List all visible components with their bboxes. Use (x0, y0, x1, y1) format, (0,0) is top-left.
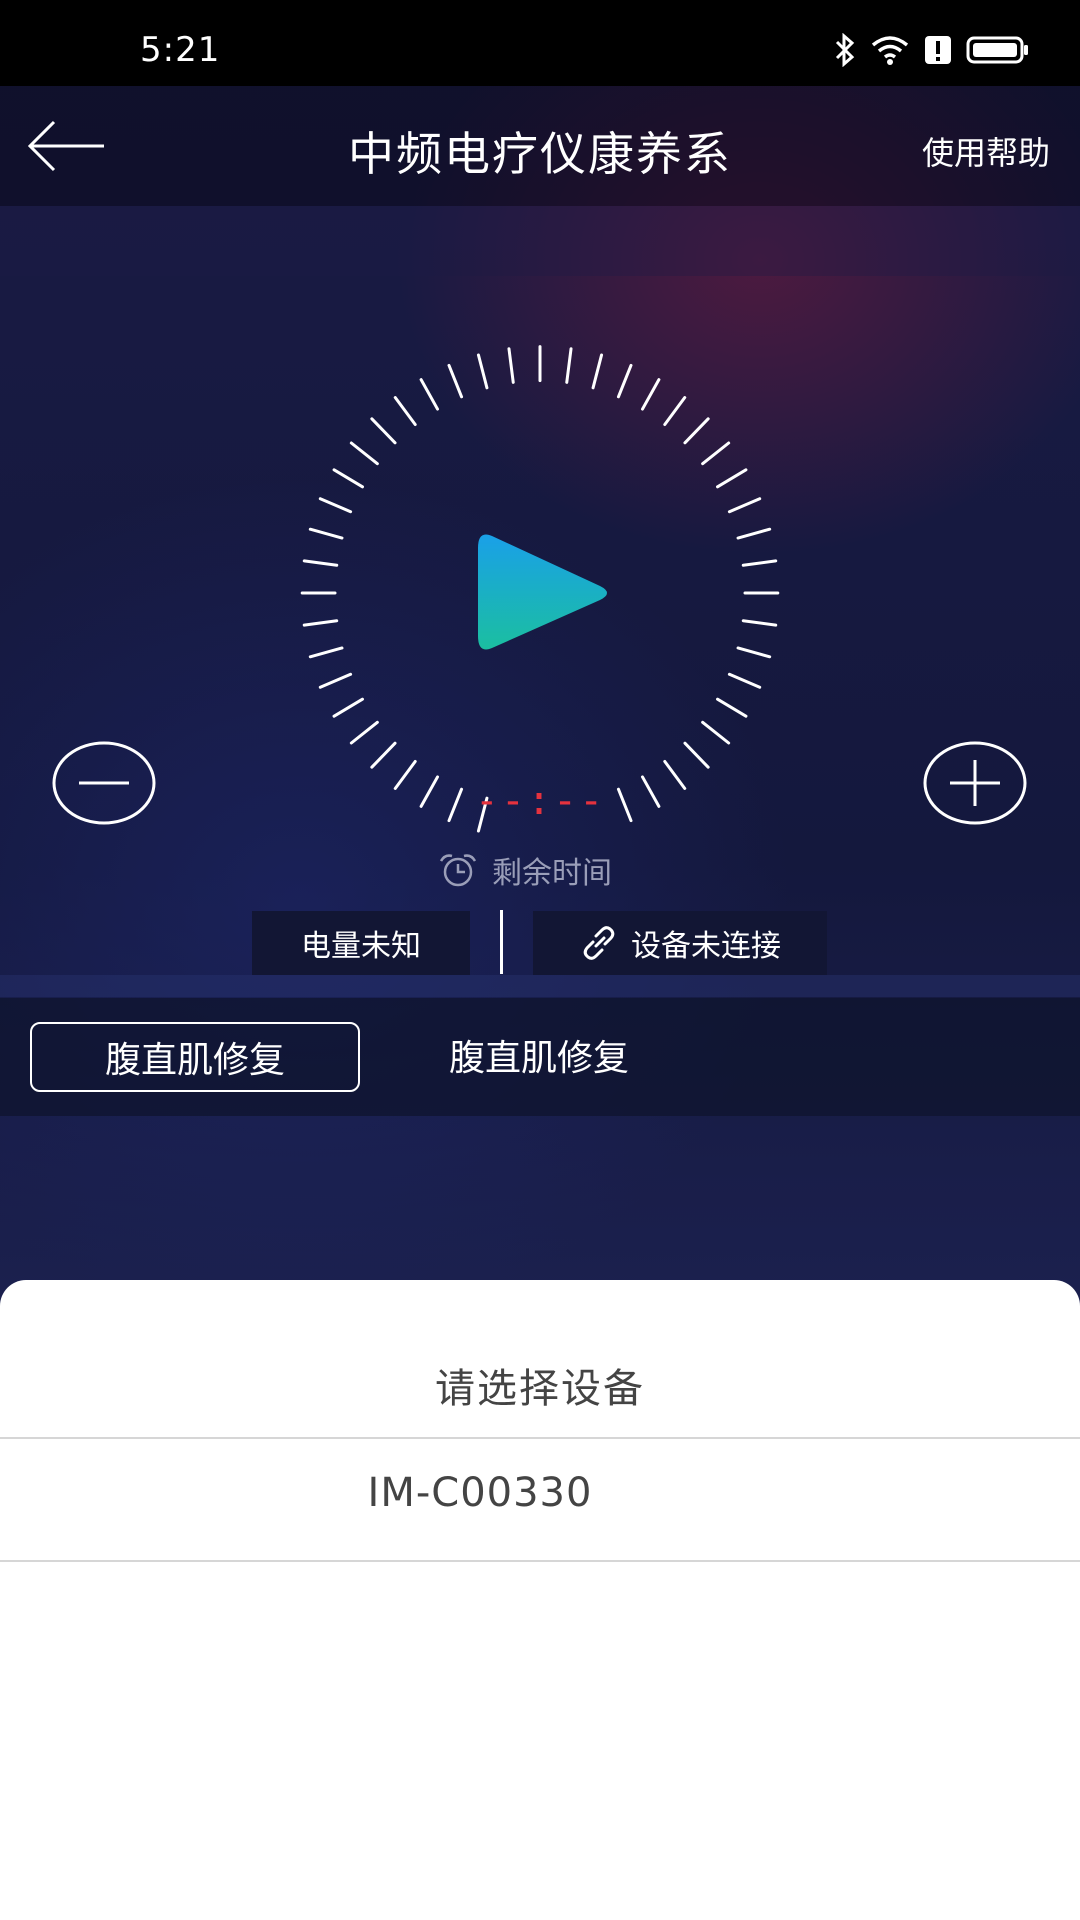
dial-tick (716, 697, 748, 718)
dial-tick (349, 720, 379, 745)
play-icon[interactable] (478, 534, 607, 650)
status-divider (500, 910, 503, 974)
link-icon (583, 926, 615, 960)
sheet-divider (0, 1560, 1080, 1562)
alarm-clock-icon (439, 854, 477, 887)
dial-tick (332, 697, 364, 718)
dial-tick (332, 468, 364, 489)
dial-tick (349, 441, 379, 466)
battery-icon (966, 36, 1028, 64)
mode-chip-selected[interactable]: 腹直肌修复 (30, 1022, 360, 1092)
status-icons (834, 30, 1030, 70)
help-button[interactable]: 使用帮助 (922, 128, 1050, 174)
device-select-sheet: 请选择设备 IM-C00330 (0, 1280, 1080, 1920)
status-time: 5:21 (140, 30, 221, 70)
dial-tick (308, 527, 344, 540)
dial-tick (701, 441, 731, 466)
device-list-item[interactable]: IM-C00330 (0, 1438, 1080, 1558)
dial-tick (318, 672, 353, 689)
wifi-icon (871, 36, 909, 65)
remaining-time-label: 剩余时间 (492, 856, 612, 891)
dial-tick (736, 527, 772, 540)
dial-tick (716, 468, 748, 489)
dial-tick (736, 646, 772, 659)
dial-tick (476, 353, 489, 390)
dial-tick (683, 741, 710, 769)
decor-band (0, 206, 1080, 276)
mode-selector: 腹直肌修复 腹直肌修复 (0, 998, 1080, 1116)
dial-tick (663, 396, 687, 426)
dial-tick (308, 646, 344, 659)
nav-bar: 中频电疗仪康养系 使用帮助 (0, 86, 1080, 206)
dial-tick (727, 672, 762, 689)
battery-status: 电量未知 (252, 911, 470, 975)
page-title: 中频电疗仪康养系 (348, 127, 732, 181)
dial-tick (447, 363, 464, 399)
connection-status: 设备未连接 (533, 911, 827, 975)
dial-tick (727, 497, 762, 514)
dial-tick (701, 720, 731, 745)
bluetooth-icon (835, 33, 855, 67)
dial-tick (683, 417, 710, 445)
dial-tick (741, 619, 778, 627)
device-name: IM-C00330 (367, 1470, 593, 1516)
dial-tick (370, 417, 397, 445)
dial-tick (591, 353, 604, 390)
sheet-title: 请选择设备 (435, 1366, 645, 1412)
status-bar: 5:21 (0, 0, 1080, 86)
connection-status-text: 设备未连接 (631, 929, 781, 964)
dial-tick (419, 378, 439, 411)
dial-tick (616, 363, 633, 399)
remaining-time: 剩余时间 (438, 848, 612, 892)
dial-tick (318, 497, 353, 514)
alert-icon (925, 36, 951, 64)
dial-tick (741, 559, 778, 567)
battery-status-text: 电量未知 (301, 929, 421, 964)
dial-tick (302, 559, 339, 567)
mode-chip-label: 腹直肌修复 (104, 1040, 285, 1081)
dial-tick (370, 741, 397, 769)
dial-tick (565, 347, 573, 384)
decor-band (0, 975, 1080, 997)
mode-chip[interactable]: 腹直肌修复 (376, 1022, 702, 1088)
dial-tick (507, 347, 515, 384)
dial-tick (393, 396, 417, 426)
dial-tick (302, 619, 339, 627)
mode-chip-label: 腹直肌修复 (448, 1038, 629, 1079)
timer-readout: --:-- (474, 778, 606, 824)
dial-tick (641, 378, 661, 411)
